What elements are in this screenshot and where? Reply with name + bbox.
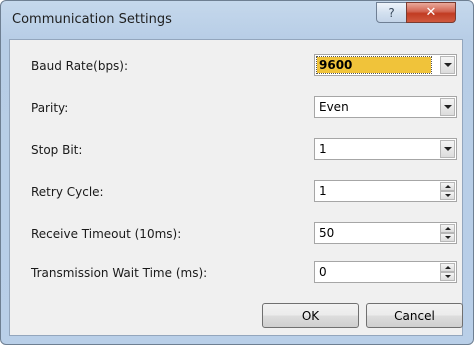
ok-button[interactable]: OK	[262, 303, 359, 328]
close-button[interactable]: ✕	[406, 2, 456, 23]
dialog-body: Baud Rate(bps): 9600 Parity: Even Stop B…	[9, 39, 463, 336]
spin-up-icon[interactable]	[440, 182, 455, 191]
spinner-buttons	[440, 224, 455, 242]
transmission-wait-time-label: Transmission Wait Time (ms):	[31, 266, 208, 280]
help-button[interactable]: ?	[376, 2, 407, 23]
spin-down-icon[interactable]	[440, 272, 455, 281]
help-icon: ?	[388, 5, 395, 20]
retry-cycle-label: Retry Cycle:	[31, 185, 104, 199]
transmission-wait-time-spinner[interactable]: 0	[314, 261, 457, 283]
spin-down-icon[interactable]	[440, 191, 455, 200]
chevron-down-icon[interactable]	[440, 140, 455, 158]
receive-timeout-label: Receive Timeout (10ms):	[31, 227, 182, 241]
spin-down-icon[interactable]	[440, 233, 455, 242]
chevron-down-icon[interactable]	[440, 98, 455, 116]
baud-rate-value: 9600	[316, 56, 432, 74]
retry-cycle-value: 1	[319, 184, 327, 198]
spinner-buttons	[440, 182, 455, 200]
parity-value: Even	[319, 100, 349, 114]
retry-cycle-spinner[interactable]: 1	[314, 180, 457, 202]
close-icon: ✕	[425, 5, 437, 20]
parity-dropdown[interactable]: Even	[314, 96, 457, 118]
transmission-wait-time-value: 0	[319, 265, 327, 279]
spin-up-icon[interactable]	[440, 263, 455, 272]
stop-bit-value: 1	[319, 142, 327, 156]
cancel-button[interactable]: Cancel	[366, 303, 463, 328]
stop-bit-dropdown[interactable]: 1	[314, 138, 457, 160]
dialog-title: Communication Settings	[12, 12, 172, 27]
parity-label: Parity:	[31, 101, 69, 115]
receive-timeout-value: 50	[319, 226, 335, 240]
baud-rate-dropdown[interactable]: 9600	[314, 54, 457, 76]
title-bar[interactable]: Communication Settings ? ✕	[1, 1, 473, 39]
stop-bit-label: Stop Bit:	[31, 143, 83, 157]
baud-rate-label: Baud Rate(bps):	[31, 59, 129, 73]
communication-settings-dialog: Communication Settings ? ✕ Baud Rate(bps…	[0, 0, 474, 345]
receive-timeout-spinner[interactable]: 50	[314, 222, 457, 244]
chevron-down-icon[interactable]	[440, 56, 455, 74]
spinner-buttons	[440, 263, 455, 281]
spin-up-icon[interactable]	[440, 224, 455, 233]
